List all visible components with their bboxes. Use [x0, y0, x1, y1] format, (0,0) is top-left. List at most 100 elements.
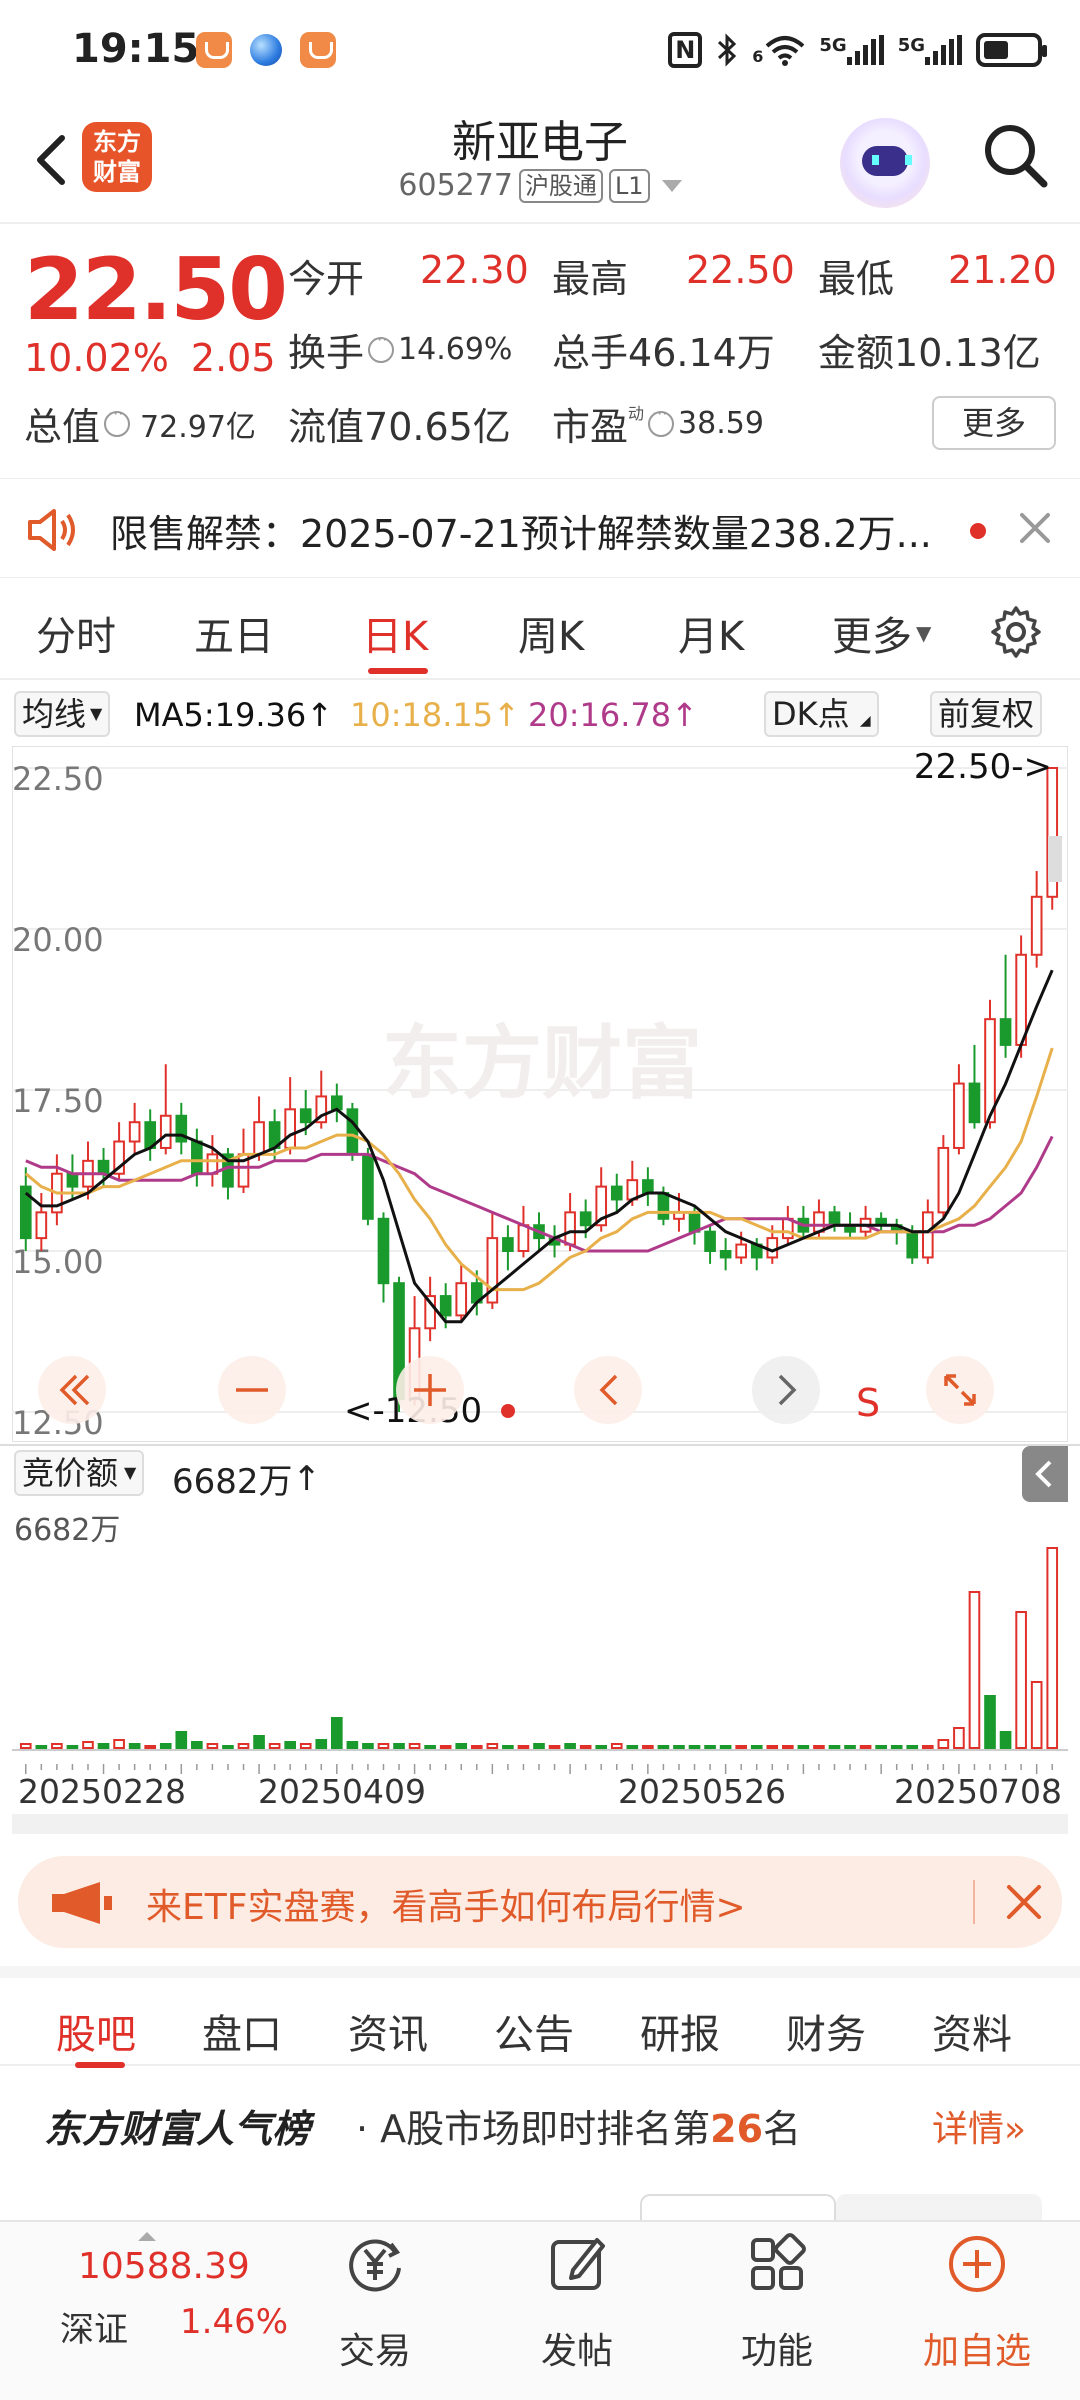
ma-legend-bar: 均线 ▼ MA5:19.36↑ 10:18.15↑ 20:16.78↑ DK点 ◢…	[0, 688, 1080, 740]
ma-selector-label: 均线	[22, 695, 87, 733]
volume-bar	[486, 1743, 499, 1749]
fullscreen-button[interactable]	[926, 1356, 994, 1424]
zoom-in-button[interactable]	[396, 1356, 464, 1424]
volume-bar	[517, 1745, 530, 1749]
index-ticker[interactable]: 10588.39 深证 1.46%	[20, 2222, 290, 2400]
tab-announcements[interactable]: 公告	[494, 2002, 574, 2060]
tab-guba[interactable]: 股吧	[56, 2002, 136, 2060]
nav-trade[interactable]: 交易	[295, 2222, 455, 2400]
tab-more-label: 更多	[832, 614, 912, 660]
settings-gear-icon[interactable]	[988, 604, 1044, 660]
tab-monthly-k[interactable]: 月K	[678, 604, 744, 662]
pe-label: 市盈	[552, 405, 629, 449]
bluetooth-icon	[718, 33, 737, 67]
index-value: 10588.39	[78, 2246, 250, 2287]
volume-bar	[268, 1743, 281, 1749]
tab-daily-k[interactable]: 日K	[362, 604, 428, 662]
tab-timeshare[interactable]: 分时	[36, 604, 116, 662]
y-tick-label: 22.50	[12, 760, 104, 798]
candle-body	[735, 1243, 748, 1259]
zoom-far-left-button[interactable]	[38, 1356, 106, 1424]
scroll-left-button[interactable]	[574, 1356, 642, 1424]
candle-body	[937, 1146, 950, 1214]
caret-down-icon: ▼	[124, 1463, 137, 1482]
volume-bar	[797, 1745, 810, 1749]
volume-chart[interactable]: 6682万	[12, 1504, 1068, 1754]
volume-bar	[206, 1743, 219, 1749]
promo-banner[interactable]: 来ETF实盘赛，看高手如何布局行情>	[18, 1856, 1062, 1948]
info-icon[interactable]	[368, 330, 395, 363]
k-line-chart[interactable]: 东方财富 22.5020.0017.5015.0012.50 22.50-> <…	[12, 746, 1068, 1442]
status-indicators: N 6 5G 5G	[668, 28, 1047, 72]
tab-weekly-k[interactable]: 周K	[518, 604, 584, 662]
chart-divider	[12, 1814, 1068, 1834]
nav-trade-label: 交易	[338, 2331, 411, 2372]
volume-bar	[673, 1745, 685, 1749]
search-icon[interactable]	[980, 120, 1050, 190]
volume-bar	[1046, 1547, 1059, 1749]
volume-bar	[766, 1745, 779, 1749]
dk-point-button[interactable]: DK点 ◢	[764, 691, 879, 737]
close-icon[interactable]	[1018, 511, 1052, 545]
popularity-rank[interactable]: 东方财富人气榜 · A股市场即时排名第26名 详情»	[0, 2072, 1080, 2172]
nav-add-watchlist[interactable]: 加自选	[897, 2222, 1057, 2400]
ma5-value: MA5:19.36↑	[134, 696, 334, 734]
close-icon[interactable]	[1004, 1882, 1044, 1922]
info-icon[interactable]	[104, 404, 131, 437]
float-cap-label: 流值	[288, 405, 365, 449]
volume-bar	[237, 1743, 250, 1749]
indicator-selector[interactable]: 竞价额 ▼	[14, 1450, 145, 1496]
candle-body	[921, 1211, 934, 1259]
tab-news[interactable]: 资讯	[348, 2002, 428, 2060]
rank-details-link[interactable]: 详情»	[932, 2100, 1026, 2152]
tab-profile[interactable]: 资料	[932, 2002, 1012, 2060]
compose-icon	[551, 2238, 605, 2290]
y-tick-label: 20.00	[12, 921, 104, 959]
volume-bar	[875, 1745, 887, 1749]
candle-body	[828, 1211, 841, 1227]
adjust-button[interactable]: 前复权	[930, 691, 1043, 737]
candle-body	[517, 1224, 530, 1252]
volume-bar	[626, 1745, 639, 1749]
tab-research[interactable]: 研报	[640, 2002, 720, 2060]
volume-bar	[657, 1745, 670, 1749]
tab-five-day[interactable]: 五日	[194, 604, 274, 662]
tab-more[interactable]: 更多 ▼	[832, 604, 931, 662]
volume-bar	[750, 1745, 763, 1749]
volume-bar	[968, 1591, 981, 1749]
grid-apps-icon	[751, 2233, 806, 2290]
content-peek	[0, 2180, 1080, 2224]
candle-body	[455, 1282, 468, 1317]
candle-body	[346, 1108, 359, 1156]
candle-body	[330, 1095, 343, 1111]
candle-body	[968, 1082, 981, 1124]
ma-selector[interactable]: 均线 ▼	[14, 691, 111, 737]
nav-post[interactable]: 发帖	[497, 2222, 657, 2400]
tab-pankou[interactable]: 盘口	[202, 2002, 282, 2060]
volume-bar	[953, 1727, 965, 1749]
candle-body	[284, 1108, 296, 1149]
volume-bar	[999, 1731, 1012, 1749]
index-name: 深证	[60, 2310, 128, 2350]
collapse-panel-button[interactable]	[1022, 1446, 1068, 1502]
scroll-right-button[interactable]	[752, 1356, 820, 1424]
candle-body	[502, 1237, 514, 1252]
volume-bar	[704, 1745, 716, 1749]
caret-down-icon: ▼	[916, 621, 932, 645]
chart-period-tabs: 分时 五日 日K 周K 月K 更多 ▼	[0, 584, 1080, 680]
volume-bar	[502, 1745, 514, 1749]
nav-add-watchlist-label: 加自选	[922, 2331, 1031, 2372]
ai-assistant-avatar[interactable]	[840, 118, 930, 208]
date-label-1: 20250228	[18, 1772, 186, 1811]
amount-stat: 金额 10.13亿	[818, 322, 1041, 377]
nav-functions[interactable]: 功能	[697, 2222, 857, 2400]
volume-bar	[128, 1743, 141, 1749]
unlock-notice[interactable]: 限售解禁：2025-07-21预计解禁数量238.2万...	[0, 478, 1080, 578]
zoom-out-button[interactable]	[218, 1356, 286, 1424]
pe-dynamic-mark: 动	[628, 404, 645, 423]
more-quote-button[interactable]: 更多	[932, 396, 1056, 450]
tab-finance[interactable]: 财务	[786, 2002, 866, 2060]
info-icon[interactable]	[648, 404, 675, 437]
volume-value: 46.14万	[628, 331, 775, 375]
volume-bar	[859, 1745, 872, 1749]
